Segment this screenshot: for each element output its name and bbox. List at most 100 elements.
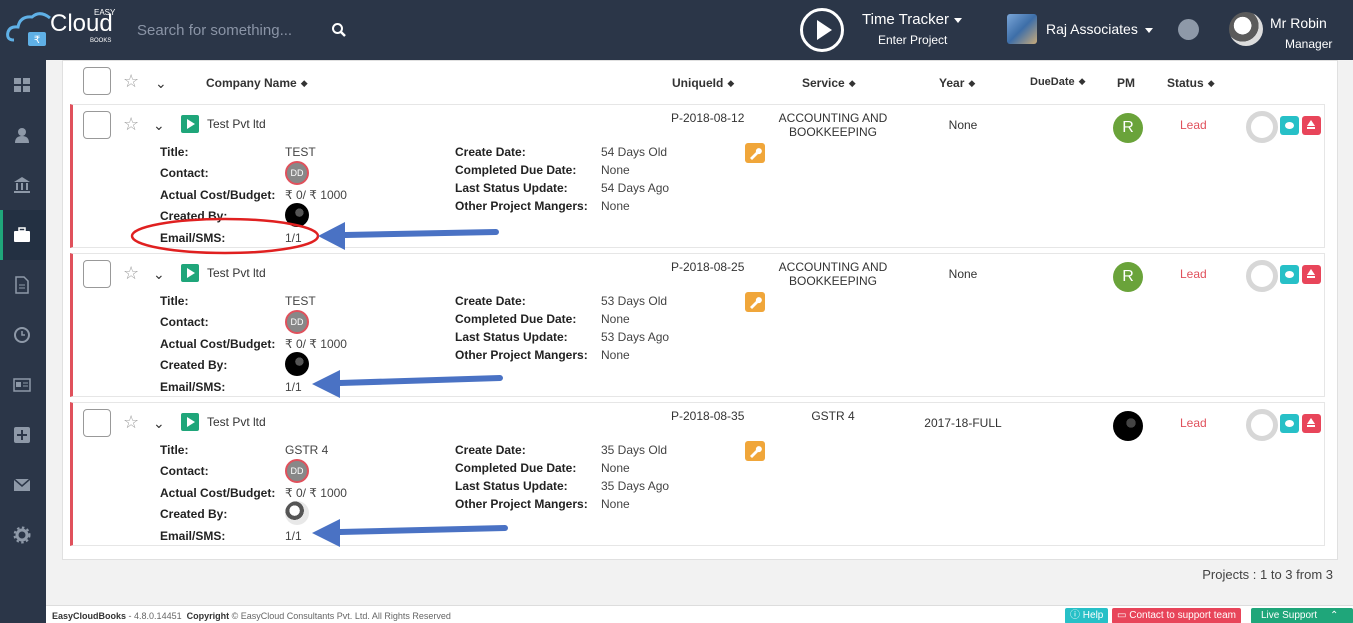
logo-main-text: Cloud — [50, 10, 113, 37]
column-year[interactable]: Year ◆ — [939, 76, 975, 90]
contact-avatar[interactable]: DD — [285, 310, 309, 334]
envelope-icon — [13, 478, 31, 491]
project-row[interactable]: ☆ ⌄ Test Pvt ltd Title: GSTR 4 Contact: … — [70, 402, 1325, 546]
play-icon[interactable] — [181, 264, 199, 282]
company-name[interactable]: Test Pvt ltd — [207, 266, 266, 280]
sidebar-item-reports[interactable] — [0, 360, 46, 410]
column-duedate[interactable]: DueDate ◆ — [1030, 76, 1086, 88]
eject-button[interactable] — [1302, 265, 1321, 284]
easycloudbooks-logo[interactable]: ₹ EASY Cloud BOOKS — [6, 4, 124, 54]
progress-ring-icon[interactable] — [1246, 111, 1278, 143]
column-uniqueid[interactable]: UniqueId ◆ — [672, 76, 734, 90]
chevron-down-icon[interactable]: ⌄ — [155, 75, 167, 92]
user-name[interactable]: Mr Robin — [1270, 15, 1327, 31]
company-name[interactable]: Test Pvt ltd — [207, 117, 266, 131]
view-button[interactable] — [1280, 414, 1299, 433]
creator-avatar[interactable] — [285, 501, 309, 525]
user-avatar[interactable] — [1229, 12, 1263, 46]
chevron-down-icon[interactable]: ⌄ — [153, 415, 165, 432]
play-icon[interactable] — [181, 413, 199, 431]
pm-avatar[interactable] — [1113, 411, 1143, 441]
completed-due-label: Completed Due Date: — [455, 163, 577, 177]
sidebar-item-settings[interactable] — [0, 510, 46, 560]
column-company[interactable]: Company Name ◆ — [206, 76, 308, 90]
chevron-down-icon[interactable]: ⌄ — [153, 117, 165, 134]
eject-button[interactable] — [1302, 116, 1321, 135]
contact-avatar[interactable]: DD — [285, 161, 309, 185]
title-value: GSTR 4 — [285, 443, 329, 457]
star-icon[interactable]: ☆ — [123, 263, 139, 284]
unique-id: P-2018-08-35 — [671, 409, 745, 423]
project-row[interactable]: ☆ ⌄ Test Pvt ltd Title: TEST Contact: DD… — [70, 104, 1325, 248]
column-status[interactable]: Status ◆ — [1167, 76, 1215, 90]
other-managers-label: Other Project Mangers: — [455, 199, 588, 213]
top-bar: ₹ EASY Cloud BOOKS Search for something.… — [0, 0, 1353, 60]
progress-ring-icon[interactable] — [1246, 260, 1278, 292]
organization-name[interactable]: Raj Associates — [1046, 21, 1138, 37]
search-icon[interactable] — [331, 22, 347, 38]
email-sms-value[interactable]: 1/1 — [285, 231, 302, 245]
view-button[interactable] — [1280, 116, 1299, 135]
project-row[interactable]: ☆ ⌄ Test Pvt ltd Title: TEST Contact: DD… — [70, 253, 1325, 397]
select-all-checkbox[interactable] — [83, 67, 111, 95]
main-content: ☆ ⌄ Company Name ◆ UniqueId ◆ Service ◆ Yea… — [46, 60, 1353, 605]
globe-icon[interactable] — [1178, 19, 1199, 40]
view-button[interactable] — [1280, 265, 1299, 284]
title-label: Title: — [160, 294, 189, 308]
progress-ring-icon[interactable] — [1246, 409, 1278, 441]
sidebar — [0, 60, 46, 623]
chevron-down-icon[interactable]: ⌄ — [153, 266, 165, 283]
chevron-down-icon[interactable] — [954, 18, 962, 23]
sidebar-item-add[interactable] — [0, 410, 46, 460]
column-service[interactable]: Service ◆ — [802, 76, 856, 90]
organization-avatar[interactable] — [1007, 14, 1037, 44]
status-badge: Lead — [1180, 118, 1207, 132]
enter-project-link[interactable]: Enter Project — [878, 33, 947, 47]
sidebar-item-dashboard[interactable] — [0, 60, 46, 110]
completed-due-value: None — [601, 163, 630, 177]
completed-due-value: None — [601, 461, 630, 475]
sidebar-item-mail[interactable] — [0, 460, 46, 510]
pm-avatar[interactable]: R — [1113, 262, 1143, 292]
svg-text:₹: ₹ — [34, 35, 40, 46]
play-icon[interactable] — [181, 115, 199, 133]
live-support-label: Live Support — [1261, 610, 1318, 621]
time-tracker-label[interactable]: Time Tracker — [862, 11, 949, 28]
help-button[interactable]: ⓘ Help — [1065, 608, 1109, 623]
row-checkbox[interactable] — [83, 260, 111, 288]
email-sms-value[interactable]: 1/1 — [285, 529, 302, 543]
table-header: ☆ ⌄ Company Name ◆ UniqueId ◆ Service ◆ Yea… — [63, 61, 1339, 103]
contact-support-button[interactable]: ▭ Contact to support team — [1112, 608, 1241, 623]
column-service-label: Service — [802, 76, 845, 90]
row-checkbox[interactable] — [83, 409, 111, 437]
live-support-button[interactable]: Live Support ⌃ — [1251, 608, 1353, 623]
wrench-icon[interactable] — [745, 441, 765, 461]
star-icon[interactable]: ☆ — [123, 114, 139, 135]
wrench-icon[interactable] — [745, 143, 765, 163]
creator-avatar[interactable] — [285, 352, 309, 376]
cost-label: Actual Cost/Budget: — [160, 337, 276, 351]
pm-avatar[interactable]: R — [1113, 113, 1143, 143]
sidebar-item-users[interactable] — [0, 110, 46, 160]
sidebar-item-time[interactable] — [0, 310, 46, 360]
creator-avatar[interactable] — [285, 203, 309, 227]
sidebar-item-documents[interactable] — [0, 260, 46, 310]
last-update-label: Last Status Update: — [455, 479, 568, 493]
sidebar-item-bank[interactable] — [0, 160, 46, 210]
create-date-label: Create Date: — [455, 145, 526, 159]
sidebar-item-projects[interactable] — [0, 210, 46, 260]
star-icon[interactable]: ☆ — [123, 71, 139, 92]
wrench-icon[interactable] — [745, 292, 765, 312]
chevron-down-icon[interactable] — [1145, 28, 1153, 33]
time-tracker-play-icon[interactable] — [800, 8, 844, 52]
last-update-value: 53 Days Ago — [601, 330, 670, 344]
row-checkbox[interactable] — [83, 111, 111, 139]
eject-button[interactable] — [1302, 414, 1321, 433]
service-line-1: GSTR 4 — [811, 409, 855, 423]
search-input[interactable]: Search for something... — [137, 22, 292, 39]
contact-avatar[interactable]: DD — [285, 459, 309, 483]
column-year-label: Year — [939, 76, 965, 90]
star-icon[interactable]: ☆ — [123, 412, 139, 433]
company-name[interactable]: Test Pvt ltd — [207, 415, 266, 429]
email-sms-value[interactable]: 1/1 — [285, 380, 302, 394]
